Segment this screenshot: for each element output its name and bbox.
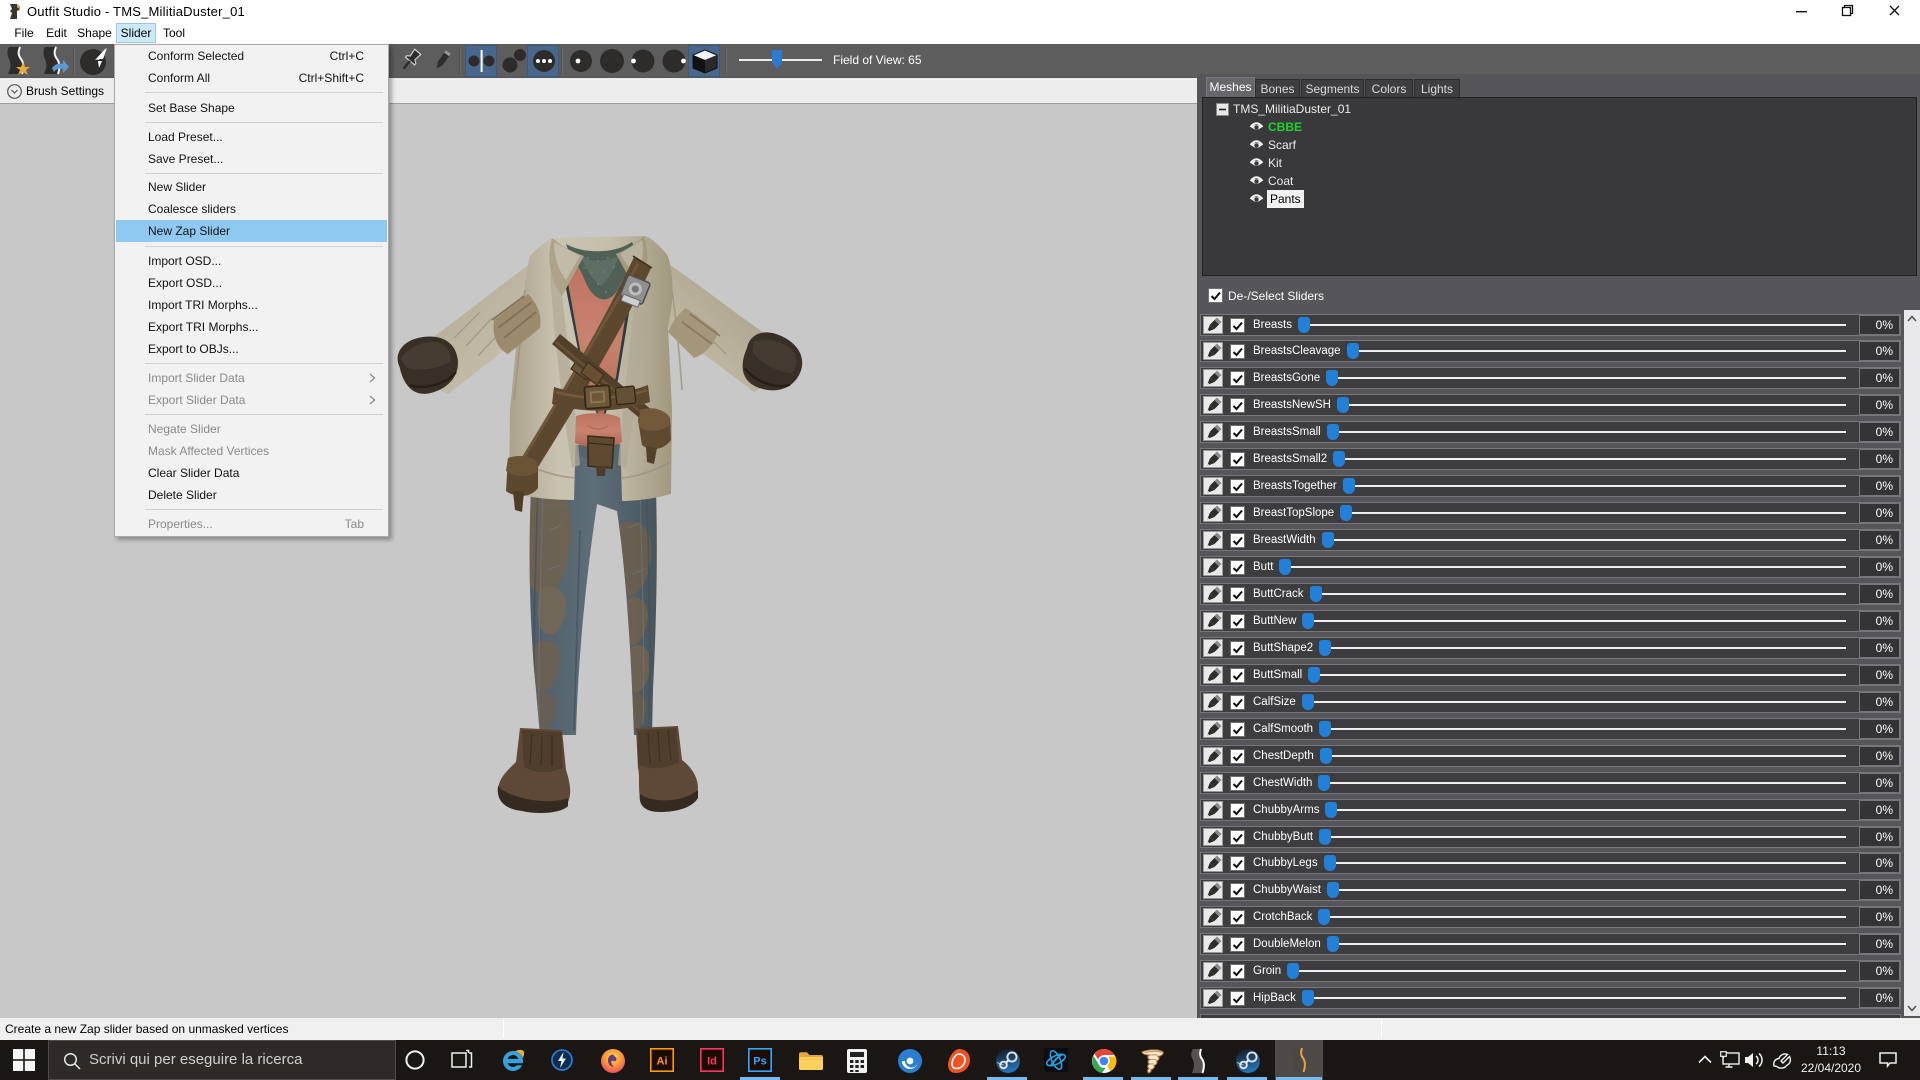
svg-text:Ai: Ai <box>657 1056 668 1068</box>
svg-text:Ps: Ps <box>753 1056 766 1068</box>
svg-text:Id: Id <box>707 1056 717 1068</box>
